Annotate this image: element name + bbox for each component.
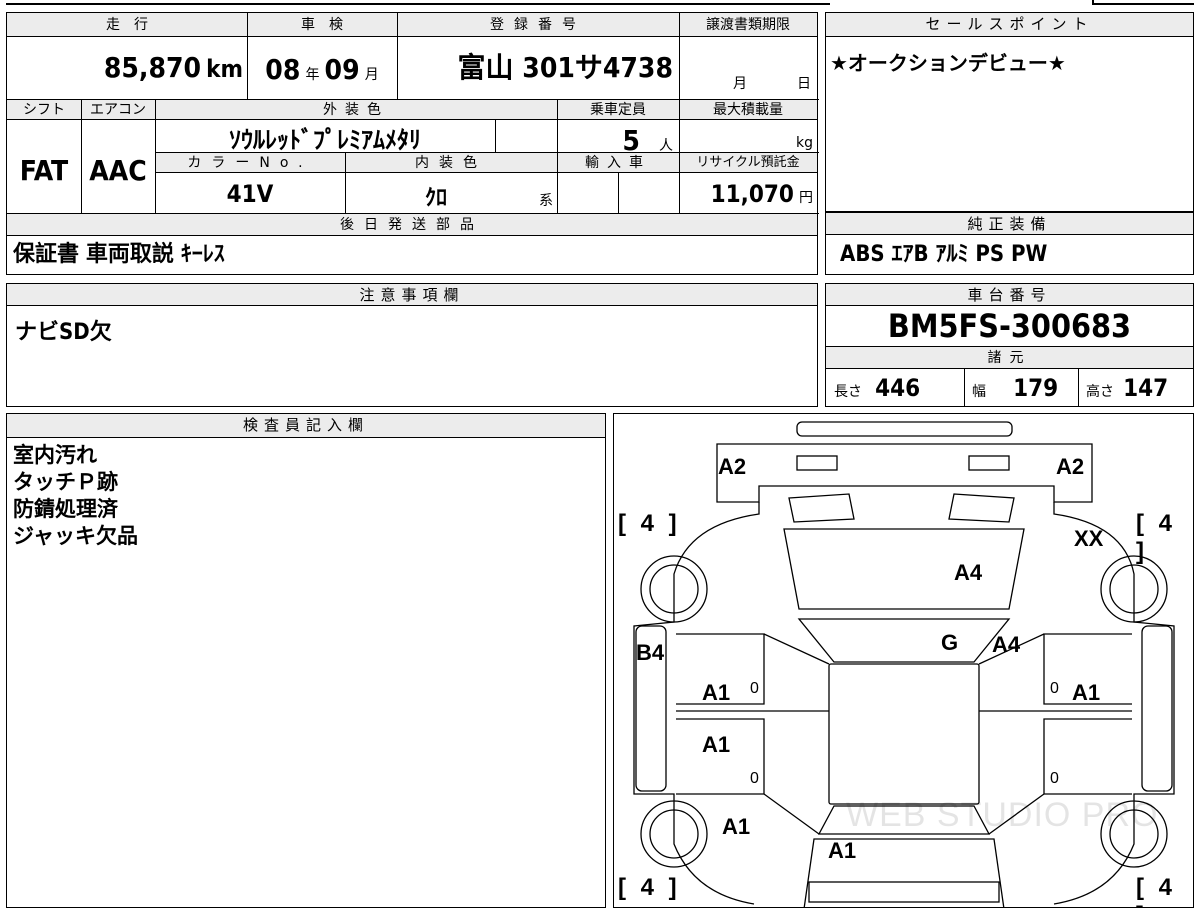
inspector-line: ジャッキ欠品 [13, 524, 138, 548]
damage-fender-left: B4 [636, 640, 665, 665]
damage-hood: A4 [954, 560, 983, 585]
color-no-header: カラーNo. [155, 153, 345, 173]
equipment-value: ABS ｴｱB ｱﾙﾐ PS PW [840, 242, 1048, 267]
registration-header: 登録番号 [397, 13, 679, 37]
door-handle-mark: 0 [1050, 770, 1059, 787]
damage-rear-left: A1 [722, 814, 751, 839]
damage-front-left: A2 [718, 454, 747, 479]
spec-width: 幅 179 [972, 374, 1059, 402]
divider [964, 369, 965, 406]
sales-point-header: セールスポイント [826, 13, 1193, 37]
registration-value: 富山 301サ4738 [457, 51, 673, 84]
divider [557, 99, 558, 213]
divider [618, 173, 619, 213]
tire-tread-rear-left: [ 4 ] [618, 874, 681, 901]
capacity-header: 乗車定員 [557, 100, 679, 120]
recycle-value: 11,070 円 [710, 180, 813, 208]
notes-value: ナビSD欠 [15, 320, 112, 345]
door-handle-mark: 0 [750, 770, 759, 787]
divider [345, 152, 346, 213]
inspector-line: 防錆処理済 [13, 497, 118, 521]
shift-value: FAT [19, 154, 69, 187]
recycle-header: リサイクル預託金 [679, 153, 817, 173]
equipment-header: 純正装備 [826, 213, 1193, 235]
chassis-box: 車台番号 BM5FS-300683 諸元 長さ 446 幅 179 高さ 147 [825, 283, 1194, 407]
inspector-box: 検査員記入欄 室内汚れ タッチＰ跡 防錆処理済 ジャッキ欠品 [6, 413, 606, 908]
door-handle-mark: 0 [750, 680, 759, 697]
import-header: 輸入車 [557, 153, 679, 173]
damage-front-right: A2 [1056, 454, 1085, 479]
divider [247, 13, 248, 99]
aircon-value: AAC [89, 154, 147, 187]
damage-door-front-right: A1 [1072, 680, 1101, 705]
damage-door-front-left: A1 [702, 680, 731, 705]
top-partial-strip-right [1092, 0, 1194, 5]
chassis-header: 車台番号 [826, 284, 1193, 306]
tire-tread-front-right: [ 4 ] [1136, 510, 1177, 565]
later-parts-header: 後日発送部品 [7, 214, 817, 236]
damage-pillar-right: A4 [992, 632, 1021, 657]
notes-header: 注意事項欄 [7, 284, 817, 306]
inspector-line: 室内汚れ [13, 443, 97, 467]
inspector-header: 検査員記入欄 [7, 414, 605, 438]
shift-header: シフト [7, 100, 81, 120]
inspection-value: 08 年 09 月 [265, 53, 379, 86]
door-handle-mark: 0 [1050, 680, 1059, 697]
auction-sheet: { "top_partial": {"a": "富山", "b": "9"}, … [0, 0, 1200, 908]
divider [397, 13, 398, 99]
max-load-header: 最大積載量 [679, 100, 817, 120]
damage-fender-right: XX [1074, 526, 1104, 551]
exterior-header: 外装色 [155, 100, 557, 120]
transfer-value: 月 日 [733, 76, 811, 92]
spec-length: 長さ 446 [834, 374, 921, 402]
interior-value: ｸﾛ 系 [425, 186, 553, 211]
aircon-header: エアコン [81, 100, 155, 120]
divider [155, 99, 156, 213]
divider [81, 99, 82, 213]
transfer-header: 譲渡書類期限 [679, 13, 817, 37]
inspection-header: 車 検 [247, 13, 397, 37]
interior-header: 内装色 [345, 153, 557, 173]
sales-point-box: セールスポイント ★オークションデビュー★ [825, 12, 1194, 212]
inspector-lines: 室内汚れ タッチＰ跡 防錆処理済 ジャッキ欠品 [13, 442, 138, 550]
watermark: WEB STUDIO PRO [846, 796, 1159, 834]
inspector-line: タッチＰ跡 [13, 470, 118, 494]
vehicle-info-table: 走 行 車 検 登録番号 譲渡書類期限 85,870 km 08 年 09 月 … [6, 12, 819, 275]
top-partial-strip [6, 0, 830, 5]
damage-windshield: G [941, 630, 959, 655]
spec-height: 高さ 147 [1086, 374, 1169, 402]
divider [1078, 369, 1079, 406]
mileage-value: 85,870 km [103, 51, 243, 84]
notes-box: 注意事項欄 ナビSD欠 [6, 283, 818, 407]
specs-header: 諸元 [826, 347, 1193, 369]
damage-trunk: A1 [828, 838, 857, 863]
equipment-box: 純正装備 ABS ｴｱB ｱﾙﾐ PS PW [825, 212, 1194, 275]
car-diagram: [ 4 ] [ 4 ] [ 4 ] [ 4 ] A2 A2 XX A4 G A4… [613, 413, 1194, 908]
divider [679, 13, 680, 213]
tire-tread-rear-right: [ 4 ] [1136, 874, 1177, 907]
damage-door-rear-left: A1 [702, 732, 731, 757]
mileage-header: 走 行 [7, 13, 247, 37]
chassis-value: BM5FS-300683 [887, 307, 1132, 345]
color-no-value: 41V [226, 180, 274, 208]
tire-tread-front-left: [ 4 ] [618, 510, 681, 537]
later-parts-value: 保証書 車両取説 ｷｰﾚｽ [13, 242, 225, 267]
sales-point-value: ★オークションデビュー★ [830, 51, 1066, 75]
